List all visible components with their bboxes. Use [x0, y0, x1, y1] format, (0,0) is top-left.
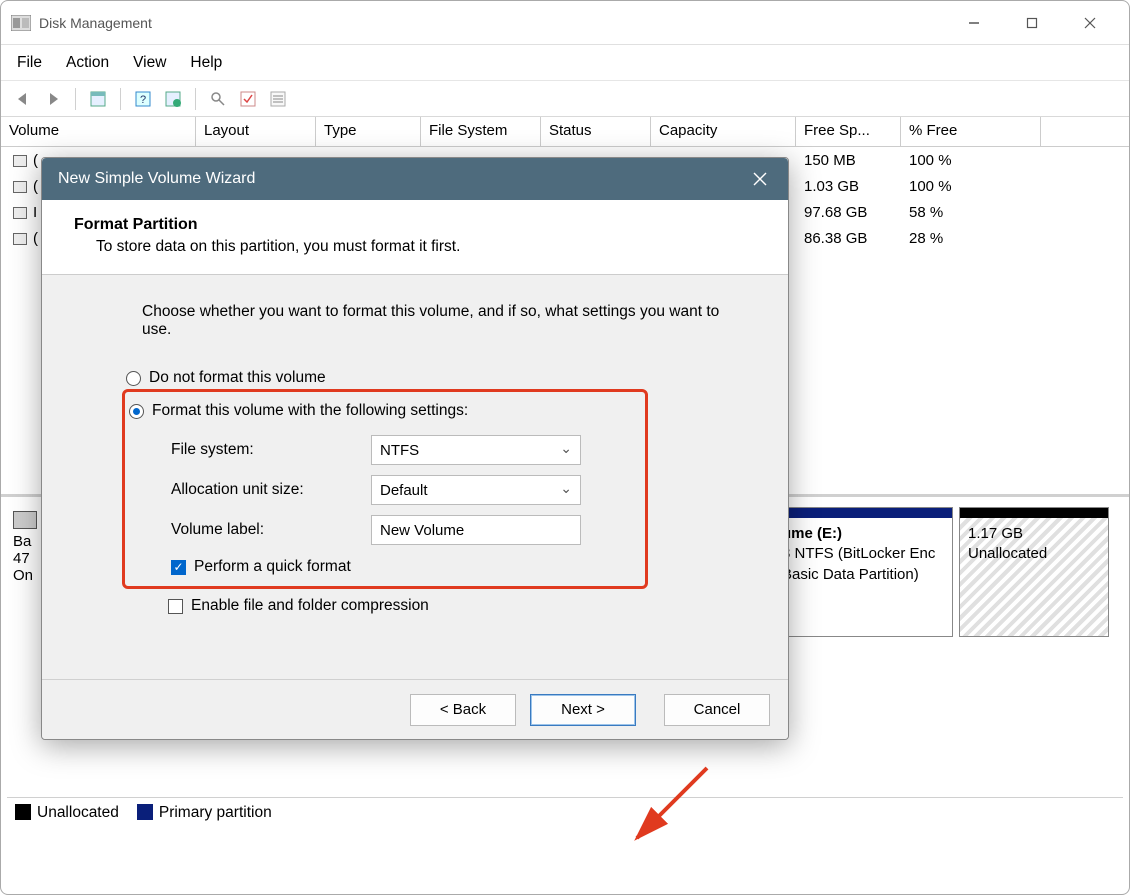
menu-action[interactable]: Action [66, 54, 109, 72]
legend-swatch-unallocated [15, 804, 31, 820]
column-type[interactable]: Type [316, 117, 421, 146]
file-system-select[interactable]: NTFS [371, 435, 581, 465]
disk-icon [13, 511, 37, 529]
next-button[interactable]: Next > [530, 694, 636, 726]
drive-icon [13, 207, 27, 219]
partition-header-bar [960, 508, 1108, 518]
list-icon[interactable] [266, 87, 290, 111]
highlight-box: Format this volume with the following se… [122, 389, 648, 589]
back-button[interactable]: < Back [410, 694, 516, 726]
check-icon[interactable] [236, 87, 260, 111]
column-percent-free[interactable]: % Free [901, 117, 1041, 146]
toolbar: ? [1, 81, 1129, 117]
column-layout[interactable]: Layout [196, 117, 316, 146]
menu-help[interactable]: Help [190, 54, 222, 72]
toolbar-separator [195, 88, 196, 110]
app-icon [11, 15, 31, 31]
quick-format-checkbox[interactable]: Perform a quick format [171, 558, 637, 576]
drive-icon [13, 233, 27, 245]
legend-swatch-primary [137, 804, 153, 820]
legend: Unallocated Primary partition [7, 797, 1123, 827]
wizard-header: Format Partition To store data on this p… [42, 200, 788, 275]
column-capacity[interactable]: Capacity [651, 117, 796, 146]
menu-file[interactable]: File [17, 54, 42, 72]
window-title: Disk Management [39, 15, 152, 31]
maximize-button[interactable] [1003, 3, 1061, 43]
wizard-footer: < Back Next > Cancel [42, 679, 788, 739]
checkbox-icon [168, 599, 183, 614]
help-icon[interactable]: ? [131, 87, 155, 111]
wizard-intro-text: Choose whether you want to format this v… [142, 303, 728, 339]
column-file-system[interactable]: File System [421, 117, 541, 146]
partition-header-bar [774, 508, 952, 518]
partition-unallocated[interactable]: 1.17 GB Unallocated [959, 507, 1109, 637]
partition-e[interactable]: ume (E:) 3 NTFS (BitLocker Enc Basic Dat… [773, 507, 953, 637]
option-do-not-format[interactable]: Do not format this volume [126, 369, 728, 387]
svg-text:?: ? [140, 94, 146, 106]
volume-label-input[interactable]: New Volume [371, 515, 581, 545]
minimize-button[interactable] [945, 3, 1003, 43]
wizard-dialog: New Simple Volume Wizard Format Partitio… [41, 157, 789, 740]
close-button[interactable] [1061, 3, 1119, 43]
wizard-page-subtitle: To store data on this partition, you mus… [96, 238, 756, 256]
drive-icon [13, 181, 27, 193]
close-icon[interactable] [748, 167, 772, 191]
back-icon[interactable] [11, 87, 35, 111]
menubar: File Action View Help [1, 45, 1129, 81]
label-file-system: File system: [171, 441, 371, 459]
column-free-space[interactable]: Free Sp... [796, 117, 901, 146]
checkbox-icon [171, 560, 186, 575]
toolbar-separator [75, 88, 76, 110]
wizard-title: New Simple Volume Wizard [58, 170, 255, 188]
compression-checkbox[interactable]: Enable file and folder compression [168, 597, 728, 615]
allocation-unit-select[interactable]: Default [371, 475, 581, 505]
cancel-button[interactable]: Cancel [664, 694, 770, 726]
menu-view[interactable]: View [133, 54, 166, 72]
label-allocation-unit: Allocation unit size: [171, 481, 371, 499]
wizard-titlebar: New Simple Volume Wizard [42, 158, 788, 200]
settings-icon[interactable] [161, 87, 185, 111]
column-volume[interactable]: Volume [1, 117, 196, 146]
label-volume-label: Volume label: [171, 521, 371, 539]
radio-icon [129, 404, 144, 419]
find-icon[interactable] [206, 87, 230, 111]
drive-icon [13, 155, 27, 167]
properties-icon[interactable] [86, 87, 110, 111]
window-titlebar: Disk Management [1, 1, 1129, 45]
forward-icon[interactable] [41, 87, 65, 111]
radio-icon [126, 371, 141, 386]
column-status[interactable]: Status [541, 117, 651, 146]
toolbar-separator [120, 88, 121, 110]
wizard-page-title: Format Partition [74, 216, 756, 234]
option-format-with-settings[interactable]: Format this volume with the following se… [129, 402, 637, 420]
